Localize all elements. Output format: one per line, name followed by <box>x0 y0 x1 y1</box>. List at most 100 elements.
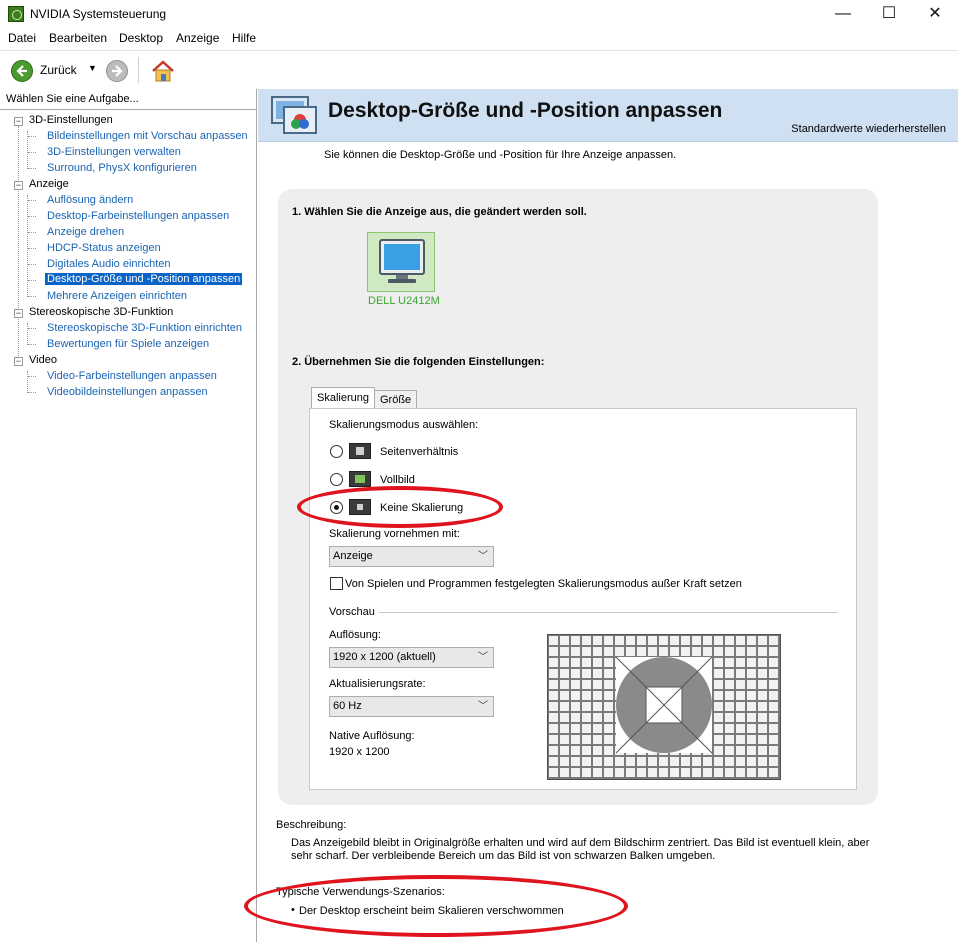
task-3d-einstellungen-verwalten[interactable]: 3D-Einstellungen verwalten <box>47 146 181 158</box>
preview-label: Vorschau <box>329 606 375 618</box>
display-settings-icon <box>271 96 317 134</box>
category-stereoskopische-3d[interactable]: Stereoskopische 3D-Funktion <box>29 306 173 318</box>
task-mehrere-anzeigen[interactable]: Mehrere Anzeigen einrichten <box>47 290 187 302</box>
annotation-circle-usage <box>244 875 628 937</box>
annotation-circle-no-scaling <box>297 486 503 528</box>
tree-branch <box>28 264 36 265</box>
tree-line <box>27 323 28 345</box>
description-text: Das Anzeigebild bleibt in Originalgröße … <box>291 837 870 862</box>
category-3d-einstellungen[interactable]: 3D-Einstellungen <box>29 114 113 126</box>
restore-defaults-link[interactable]: Standardwerte wiederherstellen <box>791 123 946 135</box>
refresh-rate-label: Aktualisierungsrate: <box>329 678 426 690</box>
tree-line <box>18 126 19 366</box>
refresh-rate-value: 60 Hz <box>333 700 362 712</box>
perform-scaling-value: Anzeige <box>333 550 373 562</box>
arrow-right-icon <box>112 65 123 77</box>
task-video-farbeinstellungen[interactable]: Video-Farbeinstellungen anpassen <box>47 370 217 382</box>
chevron-down-icon: ﹀ <box>478 551 488 562</box>
task-digitales-audio[interactable]: Digitales Audio einrichten <box>47 258 171 270</box>
tree-branch <box>28 248 36 249</box>
menu-desktop[interactable]: Desktop <box>119 31 163 45</box>
task-hdcp-status[interactable]: HDCP-Status anzeigen <box>47 242 161 254</box>
tree-branch <box>28 280 36 281</box>
task-bewertungen-spiele[interactable]: Bewertungen für Spiele anzeigen <box>47 338 209 350</box>
display-name: DELL U2412M <box>368 295 440 307</box>
resolution-value: 1920 x 1200 (aktuell) <box>333 651 436 663</box>
home-button[interactable] <box>150 59 176 83</box>
nvidia-app-icon <box>8 6 24 22</box>
minimize-button[interactable]: — <box>820 0 866 28</box>
step1-heading: 1. Wählen Sie die Anzeige aus, die geänd… <box>292 206 587 218</box>
tree-line <box>27 371 28 393</box>
task-pane-title: Wählen Sie eine Aufgabe... <box>6 93 139 105</box>
radio-vollbild[interactable] <box>330 473 343 486</box>
preview-divider <box>379 612 838 613</box>
tree-branch <box>28 232 36 233</box>
resolution-label: Auflösung: <box>329 629 381 641</box>
menu-bar: Datei Bearbeiten Desktop Anzeige Hilfe <box>0 29 958 49</box>
category-video[interactable]: Video <box>29 354 57 366</box>
tab-groesse[interactable]: Größe <box>374 390 418 409</box>
scaling-tab-content: Skalierungsmodus auswählen: Seitenverhäl… <box>309 408 857 790</box>
resolution-select[interactable]: 1920 x 1200 (aktuell) ﹀ <box>329 647 494 668</box>
override-scaling-checkbox[interactable] <box>330 577 343 590</box>
arrow-left-icon <box>16 65 27 77</box>
task-anzeige-drehen[interactable]: Anzeige drehen <box>47 226 124 238</box>
tab-skalierung[interactable]: Skalierung <box>311 387 375 409</box>
native-resolution-value: 1920 x 1200 <box>329 746 390 758</box>
tree-branch <box>28 136 36 137</box>
category-anzeige[interactable]: Anzeige <box>29 178 69 190</box>
step2-heading: 2. Übernehmen Sie die folgenden Einstell… <box>292 356 545 368</box>
menu-hilfe[interactable]: Hilfe <box>232 31 256 45</box>
maximize-button[interactable]: ☐ <box>866 0 912 28</box>
close-button[interactable]: ✕ <box>912 0 958 28</box>
task-surround-physx[interactable]: Surround, PhysX konfigurieren <box>47 162 197 174</box>
menu-datei[interactable]: Datei <box>8 31 36 45</box>
collapse-3d-toggle[interactable]: − <box>14 117 23 126</box>
preview-test-pattern <box>548 635 780 779</box>
title-bar: NVIDIA Systemsteuerung — ☐ ✕ <box>0 0 958 28</box>
task-aufloesung-aendern[interactable]: Auflösung ändern <box>47 194 133 206</box>
forward-button[interactable] <box>106 60 128 82</box>
refresh-rate-select[interactable]: 60 Hz ﹀ <box>329 696 494 717</box>
monitor-icon <box>379 239 425 283</box>
collapse-video-toggle[interactable]: − <box>14 357 23 366</box>
menu-anzeige[interactable]: Anzeige <box>176 31 219 45</box>
page-header: Desktop-Größe und -Position anpassen Sta… <box>258 89 958 142</box>
tree-branch <box>28 216 36 217</box>
mode-vollbild-label[interactable]: Vollbild <box>380 474 415 486</box>
window-title: NVIDIA Systemsteuerung <box>30 7 167 21</box>
menu-bearbeiten[interactable]: Bearbeiten <box>49 31 107 45</box>
scaling-mode-label: Skalierungsmodus auswählen: <box>329 419 479 431</box>
task-desktop-groesse-position[interactable]: Desktop-Größe und -Position anpassen <box>45 273 243 285</box>
collapse-stereo-toggle[interactable]: − <box>14 309 23 318</box>
scaling-preview <box>547 634 781 780</box>
toolbar: Zurück ▼ <box>0 50 958 90</box>
display-selector[interactable] <box>367 232 435 292</box>
radio-seitenverhaeltnis[interactable] <box>330 445 343 458</box>
task-desktop-farbeinstellungen[interactable]: Desktop-Farbeinstellungen anpassen <box>47 210 229 222</box>
mode-seitenverhaeltnis-label[interactable]: Seitenverhältnis <box>380 446 458 458</box>
perform-scaling-label: Skalierung vornehmen mit: <box>329 528 460 540</box>
perform-scaling-select[interactable]: Anzeige ﹀ <box>329 546 494 567</box>
native-resolution-label: Native Auflösung: <box>329 730 415 742</box>
task-stereo-einrichten[interactable]: Stereoskopische 3D-Funktion einrichten <box>47 322 242 334</box>
back-button[interactable] <box>11 60 33 82</box>
tree-branch <box>28 376 36 377</box>
back-label[interactable]: Zurück <box>40 63 77 77</box>
page-description: Sie können die Desktop-Größe und -Positi… <box>324 149 677 161</box>
description-heading: Beschreibung: <box>276 819 347 831</box>
task-pane: Wählen Sie eine Aufgabe... − 3D-Einstell… <box>0 89 257 942</box>
task-videobildeinstellungen[interactable]: Videobildeinstellungen anpassen <box>47 386 208 398</box>
override-scaling-label[interactable]: Von Spielen und Programmen festgelegten … <box>345 578 742 590</box>
collapse-anzeige-toggle[interactable]: − <box>14 181 23 190</box>
task-pane-header: Wählen Sie eine Aufgabe... <box>0 89 256 110</box>
back-history-dropdown[interactable]: ▼ <box>88 63 97 73</box>
fullscreen-icon <box>349 471 371 487</box>
aspect-ratio-icon <box>349 443 371 459</box>
task-bildeinstellungen-vorschau[interactable]: Bildeinstellungen mit Vorschau anpassen <box>47 130 248 142</box>
home-icon <box>152 60 174 82</box>
tree-branch <box>28 200 36 201</box>
tree-branch <box>28 392 36 393</box>
tree-line <box>27 195 28 297</box>
